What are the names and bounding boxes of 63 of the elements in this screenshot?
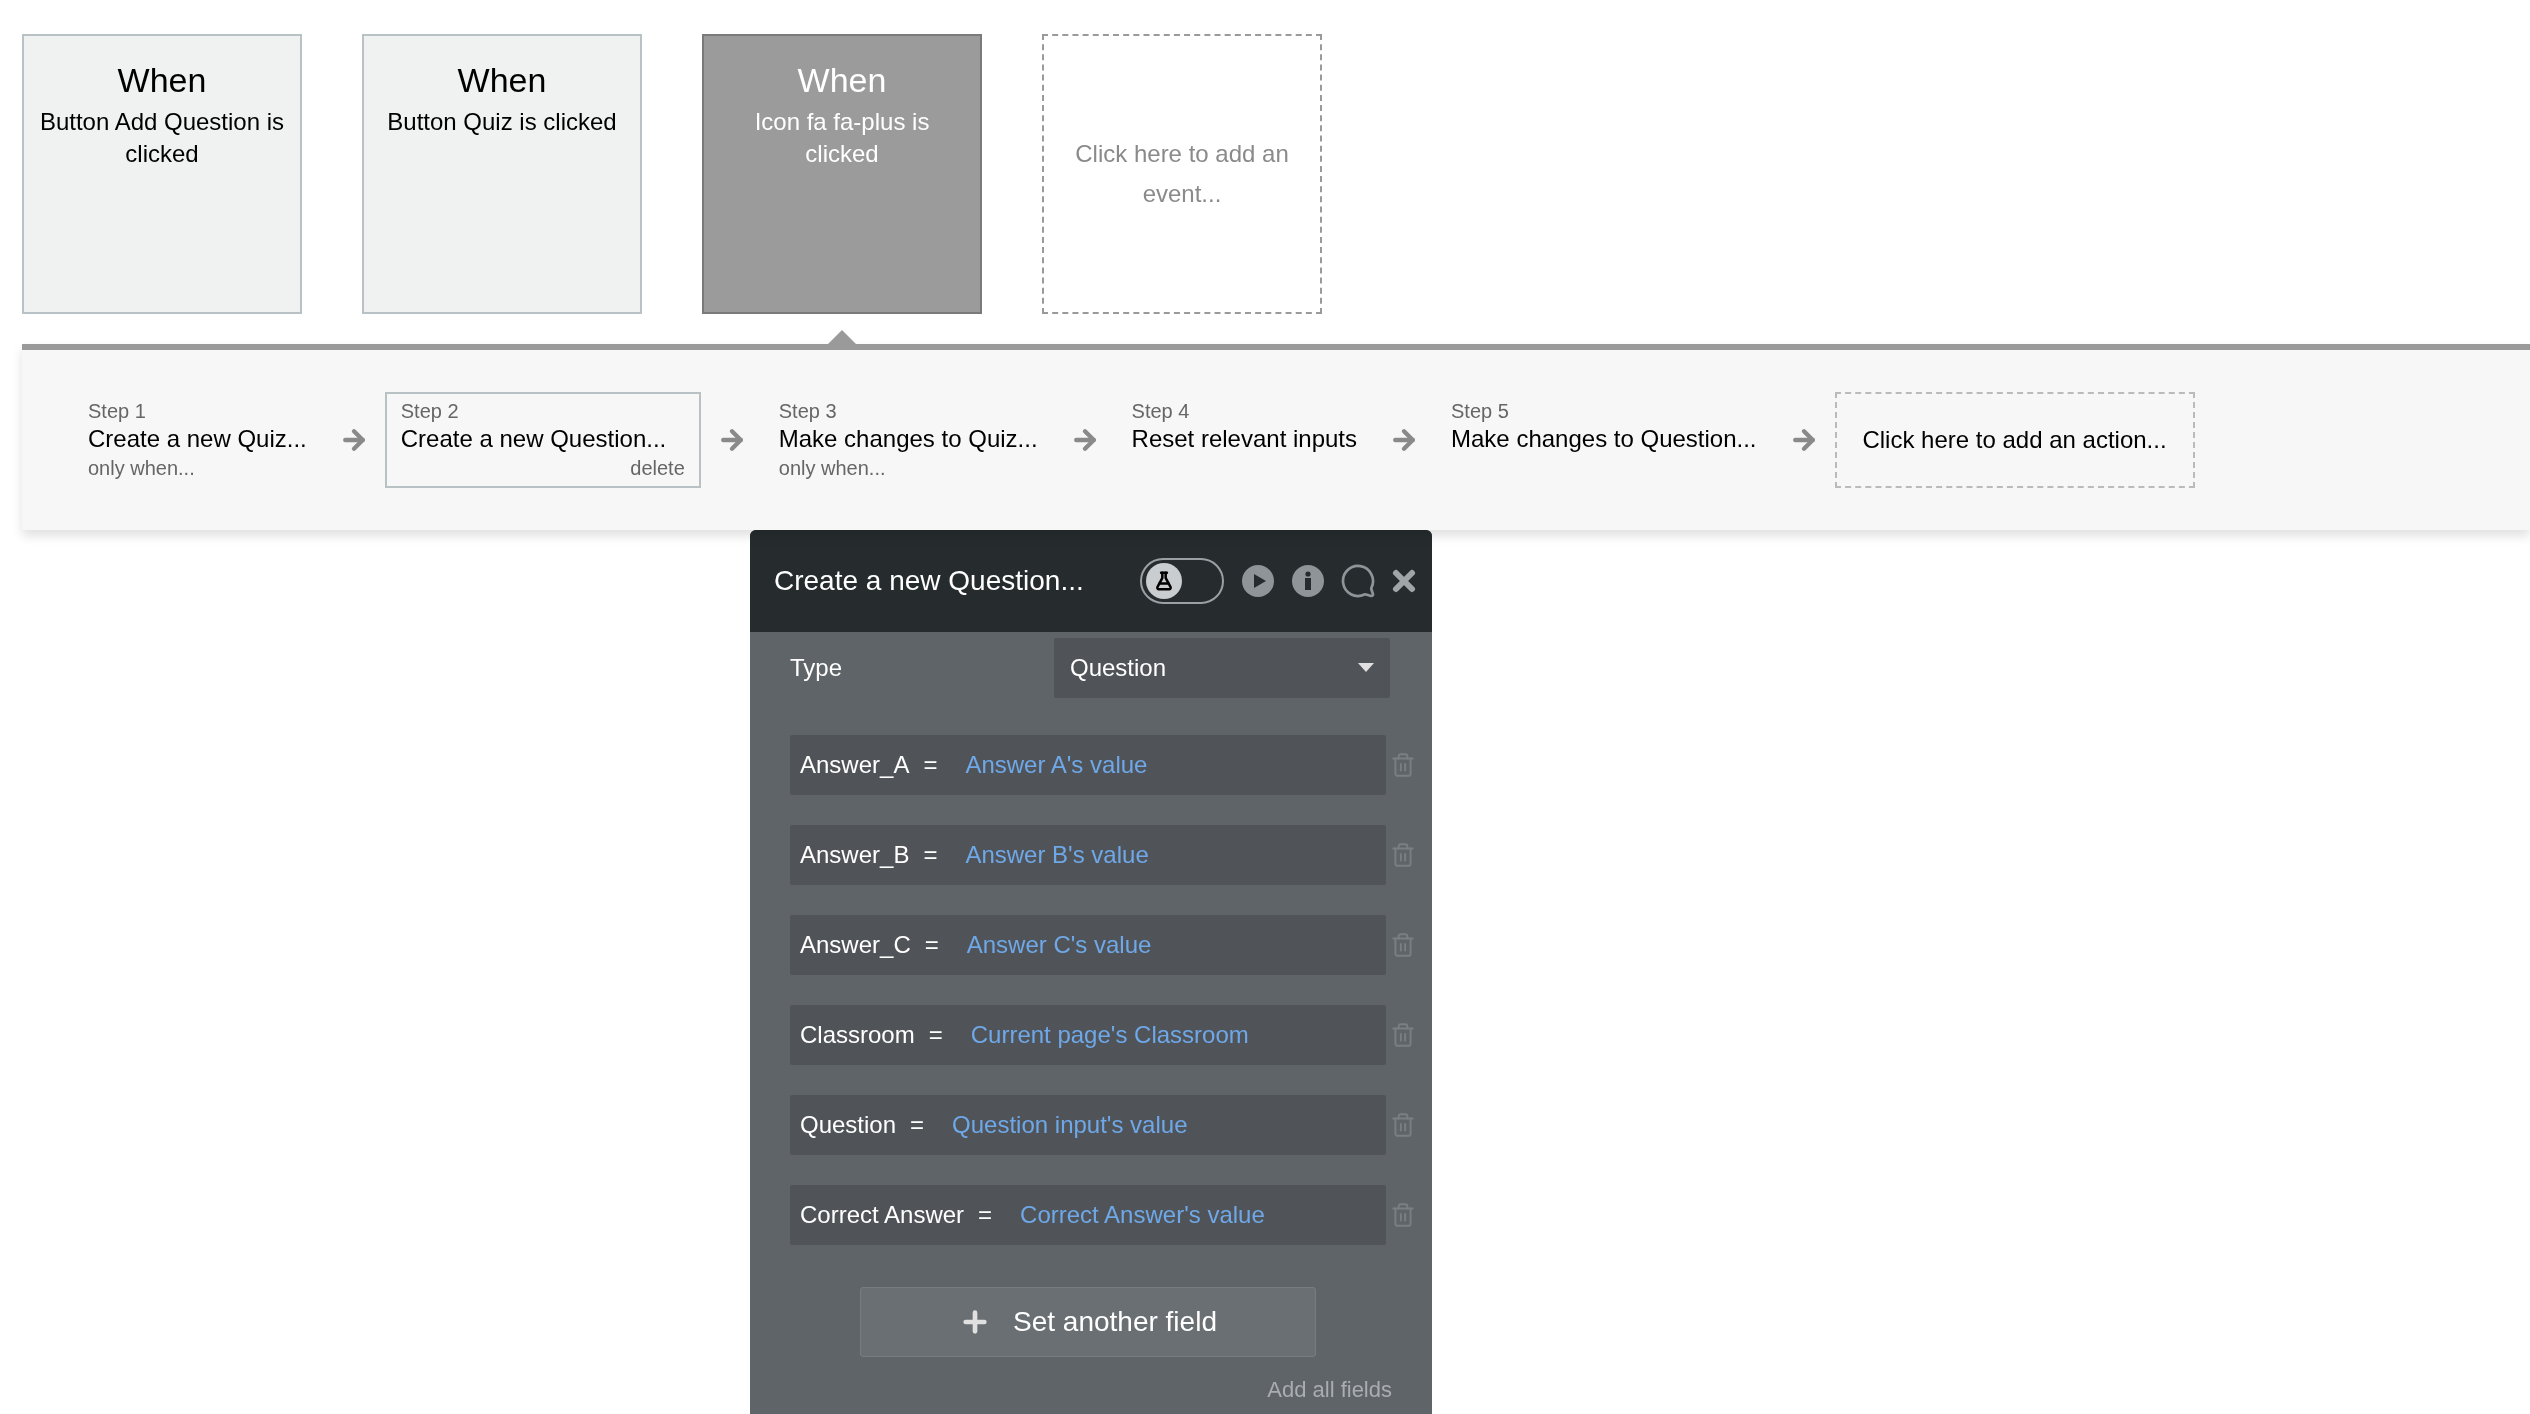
flask-icon <box>1146 563 1182 599</box>
field-name: Answer_A <box>800 750 910 780</box>
field-row[interactable]: Answer_A = Answer A's value <box>790 735 1386 795</box>
step-label: Step 4 <box>1131 399 1191 423</box>
step-card[interactable]: Step 4 Reset relevant inputs <box>1115 392 1374 488</box>
caret-icon <box>1358 663 1374 673</box>
step-card[interactable]: Step 3 Make changes to Quiz... only when... <box>762 392 1054 488</box>
event-title: When <box>457 60 547 101</box>
equals-sign: = <box>924 930 939 960</box>
equals-sign: = <box>978 1200 993 1230</box>
step-label: Step 3 <box>778 399 838 423</box>
debug-toggle[interactable] <box>1140 558 1224 604</box>
trash-icon[interactable] <box>1390 1200 1416 1230</box>
event-title: When <box>117 60 207 101</box>
step-label: Step 2 <box>400 399 460 423</box>
add-event-text: Click here to add an event... <box>1074 139 1290 209</box>
equals-sign: = <box>923 750 938 780</box>
trash-icon[interactable] <box>1390 930 1416 960</box>
field-name: Classroom <box>800 1020 915 1050</box>
trash-icon[interactable] <box>1390 750 1416 780</box>
type-dropdown[interactable]: Question <box>1054 638 1390 698</box>
step-card[interactable]: Step 2 Create a new Question... delete <box>384 392 701 488</box>
step-title: Make changes to Quiz... <box>778 424 1038 454</box>
field-row[interactable]: Correct Answer = Correct Answer's value <box>790 1185 1386 1245</box>
step-condition: only when... <box>778 456 887 481</box>
field-name: Answer_C <box>800 930 911 960</box>
trash-icon[interactable] <box>1390 1020 1416 1050</box>
event-title: When <box>797 60 887 101</box>
field-row[interactable]: Classroom = Current page's Classroom <box>790 1005 1386 1065</box>
trash-icon[interactable] <box>1390 840 1416 870</box>
field-name: Question <box>800 1110 897 1140</box>
step-title: Create a new Quiz... <box>88 424 307 454</box>
step-condition: only when... <box>88 456 196 481</box>
step-title: Create a new Question... <box>400 424 668 454</box>
field-name: Answer_B <box>800 840 910 870</box>
field-row[interactable]: Answer_C = Answer C's value <box>790 915 1386 975</box>
equals-sign: = <box>928 1020 943 1050</box>
set-another-field-button[interactable]: Set another field <box>860 1287 1316 1357</box>
type-label: Type <box>790 653 843 683</box>
event-description: Button Add Question is clicked <box>38 107 286 169</box>
equals-sign: = <box>923 840 938 870</box>
step-label: Step 1 <box>88 399 147 423</box>
field-row[interactable]: Question = Question input's value <box>790 1095 1386 1155</box>
delete-link[interactable]: delete <box>630 455 685 481</box>
panel-title: Create a new Question... <box>774 564 1084 598</box>
equals-sign: = <box>910 1110 925 1140</box>
add-action-placeholder[interactable]: Click here to add an action... <box>1834 392 2195 488</box>
step-card[interactable]: Step 1 Create a new Quiz... only when... <box>72 392 323 488</box>
event-card[interactable]: When Button Add Question is clicked <box>22 34 302 314</box>
add-action-text: Click here to add an action... <box>1862 425 2167 455</box>
comment-icon[interactable] <box>1340 563 1376 599</box>
play-icon[interactable] <box>1242 565 1274 597</box>
step-card[interactable]: Step 5 Make changes to Question... <box>1435 392 1773 488</box>
field-row[interactable]: Answer_B = Answer B's value <box>790 825 1386 885</box>
step-title: Make changes to Question... <box>1451 424 1757 454</box>
event-description: Icon fa fa-plus is clicked <box>753 107 931 169</box>
step-label: Step 5 <box>1451 399 1510 423</box>
field-name: Correct Answer <box>800 1200 965 1230</box>
trash-icon[interactable] <box>1390 1110 1416 1140</box>
event-description: Button Quiz is clicked <box>387 107 617 137</box>
event-card[interactable]: When Button Quiz is clicked <box>362 34 642 314</box>
step-title: Reset relevant inputs <box>1131 424 1358 454</box>
info-icon[interactable] <box>1292 565 1324 597</box>
